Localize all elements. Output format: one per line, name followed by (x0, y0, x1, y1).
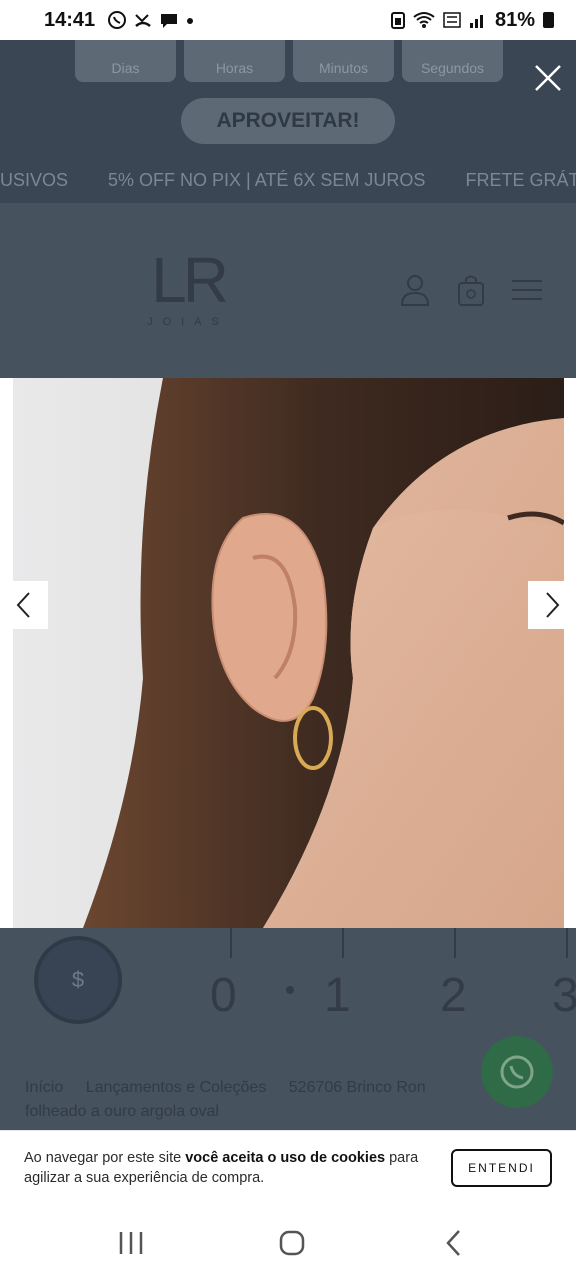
breadcrumb-item[interactable]: Lançamentos e Coleções (86, 1079, 267, 1096)
status-left: 14:41 (44, 9, 195, 32)
whatsapp-button[interactable] (481, 1036, 553, 1108)
coupon-badge[interactable]: $ (34, 936, 122, 1024)
whatsapp-icon (108, 11, 127, 29)
chevron-left-icon (16, 592, 30, 618)
scale-dot (286, 986, 294, 994)
signal-icon (469, 15, 483, 28)
scale-tick (230, 928, 232, 958)
breadcrumb-item: 526706 Brinco Ron (288, 1079, 426, 1096)
scale-number: 3 (552, 969, 576, 1022)
home-icon (279, 1230, 305, 1256)
header-icons (400, 273, 542, 307)
home-button[interactable] (272, 1228, 312, 1258)
scale-number: 0 (210, 969, 237, 1022)
menu-icon[interactable] (512, 273, 542, 307)
ticker-item: 5% OFF NO PIX | ATÉ 6X SEM JUROS (108, 169, 426, 190)
chat-icon (161, 14, 178, 28)
photo-illustration (13, 378, 564, 928)
site-header: LR JOIAS (0, 203, 576, 378)
battery-percent: 81% (494, 8, 535, 31)
notification-icons (107, 10, 195, 30)
close-icon[interactable] (532, 62, 564, 94)
volte-icon (443, 12, 461, 28)
aproveitar-button[interactable]: APROVEITAR! (181, 98, 395, 144)
logo-mark: LR (151, 244, 229, 316)
scale-tick (566, 928, 568, 958)
breadcrumb: Início Lançamentos e Coleções 526706 Bri… (25, 1076, 485, 1124)
chevron-right-icon (546, 592, 560, 618)
product-info-area: $ 0 1 2 3 Início Lançamentos e Coleções … (0, 928, 576, 1130)
countdown-seconds: Segundos (402, 40, 503, 82)
promo-ticker: USIVOS 5% OFF NO PIX | ATÉ 6X SEM JUROS … (0, 160, 576, 200)
cookie-text: Ao navegar por este site você aceita o u… (24, 1148, 424, 1188)
wifi-icon (413, 12, 435, 28)
cookie-banner: Ao navegar por este site você aceita o u… (0, 1130, 576, 1204)
recent-apps-icon (119, 1232, 143, 1254)
ticker-item: USIVOS (0, 169, 69, 190)
scale-tick (454, 928, 456, 958)
cookie-accept-button[interactable]: ENTENDI (451, 1148, 552, 1187)
missed-call-icon (135, 14, 151, 27)
countdown-hours: Horas (184, 40, 285, 82)
user-icon[interactable] (400, 273, 430, 307)
countdown-days: Dias (75, 40, 176, 82)
back-button[interactable] (434, 1228, 474, 1258)
bag-icon[interactable] (456, 273, 486, 307)
dot-icon (187, 18, 194, 24)
battery-icon (543, 12, 554, 28)
cookie-text-start: Ao navegar por este site (24, 1149, 186, 1166)
scale-number: 1 (324, 969, 351, 1022)
ticker-item: FRETE GRÁT (465, 169, 576, 190)
carousel-next-button[interactable] (528, 581, 576, 629)
promo-banner: Dias Horas Minutos Segundos APROVEITAR! … (0, 40, 576, 203)
breadcrumb-item[interactable]: Início (25, 1079, 63, 1096)
status-bar: 14:41 81% (0, 0, 576, 40)
cookie-text-bold: você aceita o uso de cookies (185, 1149, 386, 1166)
system-nav-bar (0, 1204, 576, 1280)
countdown-minutes: Minutos (293, 40, 394, 82)
battery-saver-icon (390, 12, 405, 29)
site-logo[interactable]: LR JOIAS (138, 248, 238, 328)
status-time: 14:41 (44, 8, 96, 31)
breadcrumb-line2: folheado a ouro argola oval (25, 1103, 219, 1120)
status-right: 81% (390, 8, 554, 32)
coupon-icon: $ (71, 967, 85, 992)
recent-apps-button[interactable] (111, 1228, 151, 1258)
size-scale: 0 1 2 3 (200, 928, 576, 1028)
scale-number: 2 (440, 969, 467, 1022)
carousel-prev-button[interactable] (0, 581, 48, 629)
back-icon (446, 1230, 460, 1256)
logo-sub: JOIAS (147, 316, 229, 328)
whatsapp-icon (500, 1055, 534, 1089)
product-photo (13, 378, 564, 928)
scale-tick (342, 928, 344, 958)
countdown: Dias Horas Minutos Segundos (75, 40, 503, 82)
